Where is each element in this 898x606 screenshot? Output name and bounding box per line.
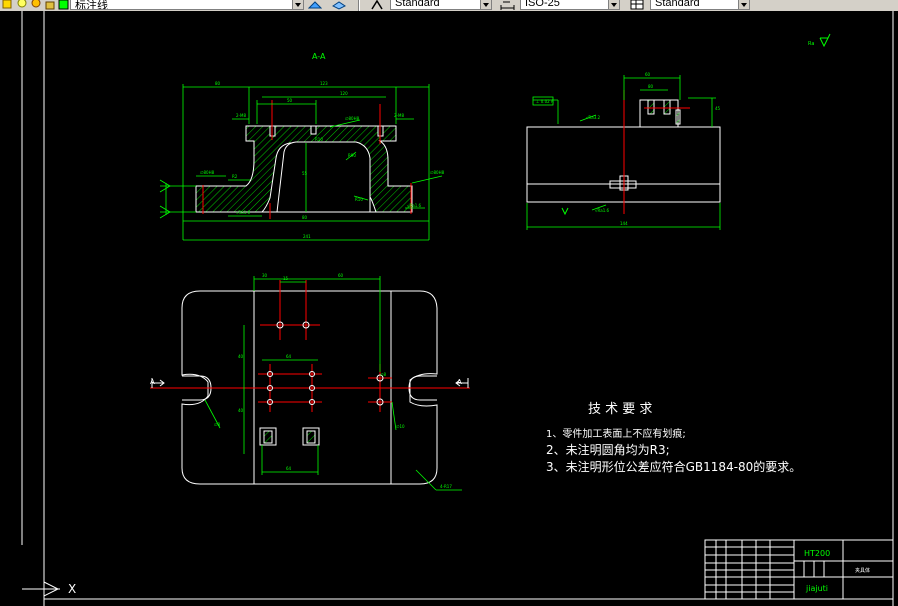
ucs-x-label: X — [68, 582, 76, 596]
dim-side-width: 144 — [620, 221, 628, 226]
lock-icon[interactable] — [44, 0, 56, 10]
table-style-combo[interactable]: Standard — [650, 0, 750, 10]
svg-text:√Ra1.6: √Ra1.6 — [236, 210, 251, 215]
section-mark-left: A — [150, 378, 155, 386]
svg-text:∅80H8: ∅80H8 — [200, 170, 215, 175]
table-style-arrow-icon[interactable] — [738, 0, 749, 9]
tech-requirement-item: 1、零件加工表面上不应有划痕; — [546, 429, 686, 440]
drawing-svg[interactable]: Ra A-A 80 123 50 120 80 241 55 2-M8 2-M8… — [0, 11, 898, 606]
svg-text:40: 40 — [238, 354, 244, 359]
svg-text:55: 55 — [302, 171, 308, 176]
svg-text:80: 80 — [648, 84, 654, 89]
svg-text:√Ra3.2: √Ra3.2 — [586, 115, 601, 120]
toolbar-separator — [358, 0, 360, 11]
svg-text:R10: R10 — [315, 137, 323, 142]
sun-freeze-icon[interactable] — [30, 0, 42, 10]
svg-text:∅8: ∅8 — [380, 372, 386, 377]
title-block-material: HT200 — [804, 549, 830, 558]
svg-text:15: 15 — [283, 276, 289, 281]
text-style-icon[interactable] — [370, 0, 383, 10]
dim-style-icon[interactable] — [500, 0, 515, 10]
ucs-icon — [22, 581, 60, 597]
tech-requirement-item: 3、未注明形位公差应符合GB1184-80的要求。 — [546, 460, 802, 474]
svg-text:80: 80 — [302, 215, 308, 220]
section-view: 80 123 50 120 80 241 55 2-M8 2-M8 ∅80H8 … — [159, 81, 445, 241]
dim-style-combo[interactable]: ISO-25 — [520, 0, 620, 10]
side-view: 144 60 45 80 √Ra3.2 √Ra1.6 ⊥ 0.02 A — [526, 72, 721, 230]
dim-top-inner: 120 — [340, 91, 348, 96]
svg-text:∅8: ∅8 — [214, 422, 220, 427]
svg-text:2-M8: 2-M8 — [236, 113, 246, 118]
svg-text:R10: R10 — [355, 197, 363, 202]
svg-text:50: 50 — [287, 98, 293, 103]
color-swatch-icon[interactable] — [58, 0, 70, 10]
note-r: 4-R17 — [440, 484, 452, 489]
svg-text:∅80H8: ∅80H8 — [345, 116, 360, 121]
svg-text:∅10: ∅10 — [396, 424, 405, 429]
svg-text:√Ra1.6: √Ra1.6 — [595, 208, 610, 213]
text-style-value: Standard — [395, 0, 440, 9]
text-style-arrow-icon[interactable] — [480, 0, 491, 9]
svg-text:⊥ 0.02 A: ⊥ 0.02 A — [536, 99, 554, 104]
layer-combo[interactable]: 标注线 — [70, 0, 304, 10]
section-title: A-A — [312, 52, 326, 61]
roughness-symbol: Ra — [808, 33, 831, 48]
svg-text:30: 30 — [262, 273, 268, 278]
layer-combo-arrow-icon[interactable] — [292, 0, 303, 9]
svg-text:80: 80 — [215, 81, 221, 86]
svg-text:√Ra1.6: √Ra1.6 — [407, 203, 422, 208]
svg-text:2-M8: 2-M8 — [394, 113, 404, 118]
drawing-frame — [21, 11, 894, 606]
layer-previous-icon[interactable] — [308, 0, 322, 10]
svg-text:40: 40 — [238, 408, 244, 413]
svg-text:Ra: Ra — [808, 41, 814, 47]
plan-view: 30 60 15 40 40 64 64 ∅8 ∅8 ∅10 4-R17 A A — [150, 273, 470, 491]
dim-bottom-total: 241 — [303, 234, 311, 239]
layer-state-icon[interactable] — [2, 0, 14, 10]
dim-plan-bottom: 64 — [286, 466, 292, 471]
layer-combo-value: 标注线 — [75, 0, 108, 10]
svg-text:R2: R2 — [232, 174, 238, 179]
title-block-part-name: 夹具体 — [855, 567, 870, 574]
table-style-value: Standard — [655, 0, 700, 9]
dim-style-value: ISO-25 — [525, 0, 560, 9]
dim-top-mid: 123 — [320, 81, 328, 86]
table-style-icon[interactable] — [630, 0, 644, 10]
dim-side-height-top: 60 — [645, 72, 651, 77]
svg-text:45: 45 — [715, 106, 721, 111]
layer-manager-icon[interactable] — [332, 0, 346, 10]
svg-text:60: 60 — [338, 273, 344, 278]
lightbulb-icon[interactable] — [16, 0, 28, 10]
svg-text:R90: R90 — [348, 153, 356, 158]
dim-plan-top: 64 — [286, 354, 292, 359]
title-block-company: jiajuti — [805, 584, 828, 593]
dim-style-arrow-icon[interactable] — [608, 0, 619, 9]
drawing-canvas[interactable]: Ra A-A 80 123 50 120 80 241 55 2-M8 2-M8… — [0, 11, 898, 606]
svg-text:∅80H8: ∅80H8 — [430, 170, 445, 175]
section-mark-right: A — [457, 378, 462, 386]
tech-requirement-item: 2、未注明圆角均为R3; — [546, 443, 670, 457]
tech-requirements-title: 技 术 要 求 — [588, 402, 653, 417]
text-style-combo[interactable]: Standard — [390, 0, 492, 10]
